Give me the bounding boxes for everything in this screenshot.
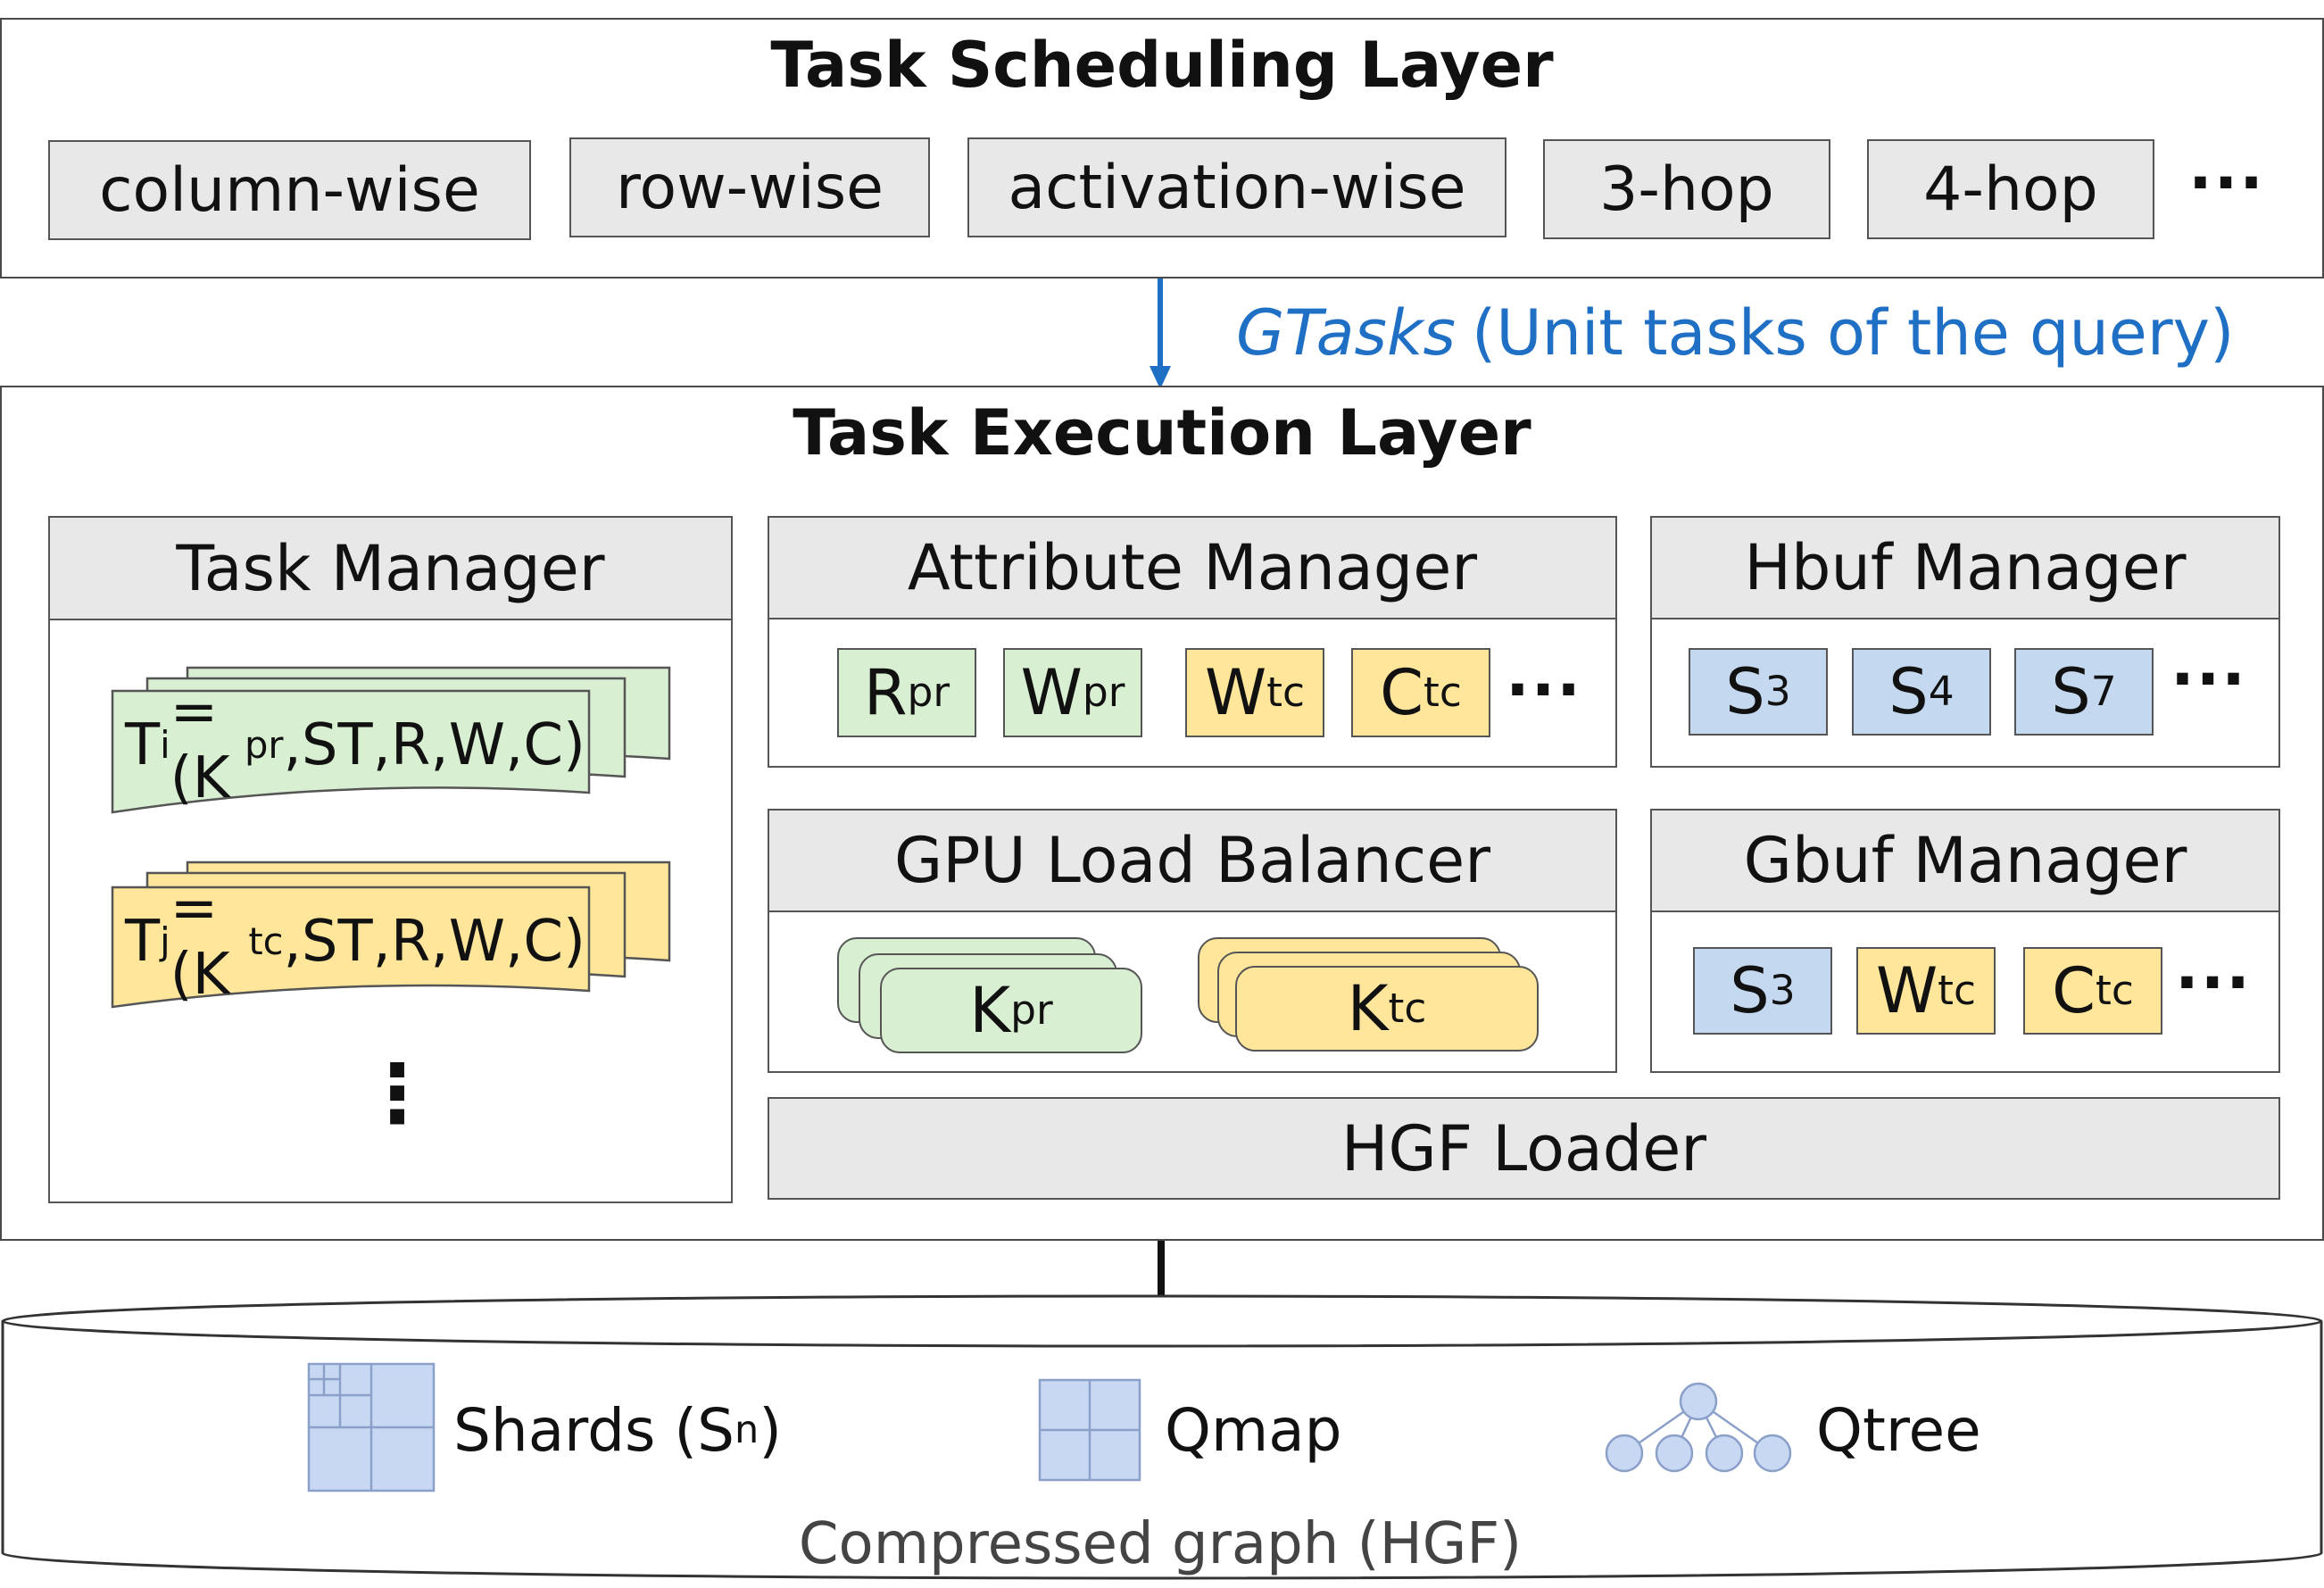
qtree-label: Qtree: [1816, 1395, 1981, 1465]
gbuf-more-ellipsis: ···: [2175, 946, 2252, 1019]
shards-label: Shards (S n): [453, 1395, 782, 1465]
hbuf-shard-s7: S7: [2014, 648, 2154, 736]
shards-icon: [307, 1362, 436, 1492]
attribute-w-tc: Wtc: [1185, 648, 1324, 737]
scheduling-layer-title: Task Scheduling Layer: [770, 29, 1554, 102]
scheduling-item-activation-wise: activation-wise: [967, 137, 1506, 237]
qmap-label: Qmap: [1165, 1395, 1342, 1465]
hbuf-shard-s3: S3: [1689, 648, 1828, 736]
hgf-loader: HGF Loader: [768, 1097, 2280, 1200]
gbuf-w-tc: Wtc: [1856, 947, 1996, 1035]
compressed-graph-label: Compressed graph (HGF): [798, 1511, 1523, 1577]
gtasks-label-rest: (Unit tasks of the query): [1472, 295, 2235, 370]
hbuf-more-ellipsis: ···: [2170, 643, 2247, 716]
attribute-r-pr: Rpr: [837, 648, 976, 737]
scheduling-item-row-wise: row-wise: [569, 137, 930, 237]
gbuf-shard-s3: S3: [1693, 947, 1832, 1035]
attribute-w-pr: Wpr: [1003, 648, 1142, 737]
gpu-load-balancer-title: GPU Load Balancer: [769, 811, 1615, 912]
task-tuple-j: Tj =(K tc ,ST,R,W,C): [125, 876, 585, 1008]
scheduling-more-ellipsis: ···: [2188, 146, 2265, 220]
task-manager-more: ⋮: [357, 1046, 437, 1141]
scheduling-item-3-hop: 3-hop: [1543, 139, 1830, 239]
scheduling-item-4-hop: 4-hop: [1867, 139, 2154, 239]
task-manager-title: Task Manager: [50, 518, 731, 620]
gtasks-label-italic: GTasks: [1236, 295, 1457, 370]
kernel-tc: Ktc: [1235, 966, 1539, 1052]
scheduling-item-column-wise: column-wise: [48, 140, 531, 240]
attribute-more-ellipsis: ···: [1506, 653, 1582, 727]
hbuf-manager-title: Hbuf Manager: [1652, 518, 2278, 619]
gbuf-c-tc: Ctc: [2023, 947, 2162, 1035]
kernel-pr: Kpr: [880, 968, 1142, 1053]
attribute-manager-title: Attribute Manager: [769, 518, 1615, 619]
attribute-c-tc: Ctc: [1351, 648, 1490, 737]
gtasks-label: GTasks (Unit tasks of the query): [1236, 290, 2307, 375]
gbuf-manager-title: Gbuf Manager: [1652, 811, 2278, 912]
task-tuple-i: Ti =(K pr ,ST,R,W,C): [125, 679, 585, 811]
gtasks-arrow: [1150, 279, 1171, 389]
qtree-icon: [1605, 1382, 1792, 1473]
qmap-icon: [1038, 1378, 1141, 1482]
hbuf-shard-s4: S4: [1852, 648, 1991, 736]
execution-layer-title: Task Execution Layer: [793, 396, 1531, 470]
